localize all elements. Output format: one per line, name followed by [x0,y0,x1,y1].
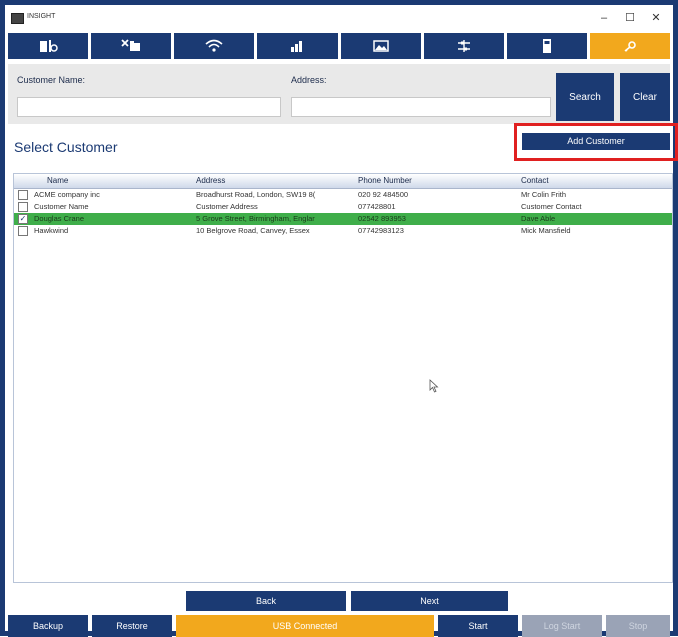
cell-address: 5 Grove Street, Birmingham, Englar [196,214,315,223]
cell-name: ACME company inc [34,190,100,199]
cell-contact: Mick Mansfield [521,226,571,235]
toolbar-settings-button[interactable] [423,33,504,59]
cell-phone: 077428801 [358,202,396,211]
table-header: Name Address Phone Number Contact [14,174,672,189]
row-checkbox-checked[interactable]: ✓ [18,214,28,224]
table-row-selected[interactable]: ✓ Douglas Crane 5 Grove Street, Birmingh… [14,213,672,225]
toolbar-tools-button[interactable] [91,33,172,59]
add-customer-button[interactable]: Add Customer [522,133,670,150]
app-logo-icon [11,13,24,24]
minimize-button[interactable]: – [593,9,615,27]
search-panel: Customer Name: Address: Search Clear [8,64,670,124]
cell-address: Customer Address [196,202,258,211]
app-window: INSIGHT – ☐ ✕ Customer Name: Address: Se… [0,0,678,637]
cell-address: 10 Belgrove Road, Canvey, Essex [196,226,310,235]
toolbar-calculator-button[interactable] [506,33,587,59]
cell-name: Hawkwind [34,226,69,235]
next-button[interactable]: Next [351,591,508,611]
bottom-bar: Backup Restore USB Connected Start Log S… [8,615,670,637]
toolbar-key-button[interactable] [589,33,670,59]
toolbar-vehicle-search-button[interactable] [8,33,89,59]
row-checkbox[interactable] [18,226,28,236]
app-title: INSIGHT [27,13,56,20]
page-title: Select Customer [14,139,118,155]
tools-folder-icon [121,39,141,51]
restore-button[interactable]: Restore [92,615,172,637]
cell-name: Customer Name [34,202,89,211]
cell-phone: 02542 893953 [358,214,406,223]
close-button[interactable]: ✕ [645,9,667,27]
search-button[interactable]: Search [556,73,614,121]
row-checkbox[interactable] [18,202,28,212]
stop-button[interactable]: Stop [606,615,670,637]
chart-icon [291,41,303,52]
settings-sliders-icon [457,40,470,52]
toolbar-image-button[interactable] [340,33,421,59]
header-contact[interactable]: Contact [521,176,549,185]
header-name[interactable]: Name [47,176,68,185]
image-icon [372,40,389,52]
cell-address: Broadhurst Road, London, SW19 8( [196,190,316,199]
header-phone[interactable]: Phone Number [358,176,412,185]
table-row[interactable]: Customer Name Customer Address 077428801… [14,201,672,213]
table-row[interactable]: Hawkwind 10 Belgrove Road, Canvey, Essex… [14,225,672,237]
usb-status-badge: USB Connected [176,615,434,637]
cell-contact: Dave Able [521,214,556,223]
maximize-button[interactable]: ☐ [619,9,641,27]
key-icon [624,41,636,52]
toolbar-wifi-button[interactable] [174,33,255,59]
cell-phone: 07742983123 [358,226,404,235]
calculator-icon [542,39,551,53]
address-label: Address: [291,75,327,85]
cell-contact: Customer Contact [521,202,582,211]
customer-name-input[interactable] [17,97,281,117]
cell-phone: 020 92 484500 [358,190,409,199]
log-start-button[interactable]: Log Start [522,615,602,637]
start-button[interactable]: Start [438,615,518,637]
toolbar-chart-button[interactable] [257,33,338,59]
add-customer-highlight: Add Customer [514,123,678,161]
row-checkbox[interactable] [18,190,28,200]
customer-table: Name Address Phone Number Contact ACME c… [13,173,673,583]
clear-button[interactable]: Clear [620,73,670,121]
wifi-icon [205,39,223,52]
back-button[interactable]: Back [186,591,346,611]
vehicle-search-icon [40,40,58,52]
backup-button[interactable]: Backup [8,615,88,637]
cell-contact: Mr Colin Frith [521,190,567,199]
header-address[interactable]: Address [196,176,225,185]
customer-name-label: Customer Name: [17,75,86,85]
mouse-cursor-icon [429,379,439,393]
main-toolbar [8,33,670,59]
title-bar: INSIGHT – ☐ ✕ [5,5,673,31]
address-input[interactable] [291,97,551,117]
cell-name: Douglas Crane [34,214,85,223]
table-row[interactable]: ACME company inc Broadhurst Road, London… [14,189,672,201]
